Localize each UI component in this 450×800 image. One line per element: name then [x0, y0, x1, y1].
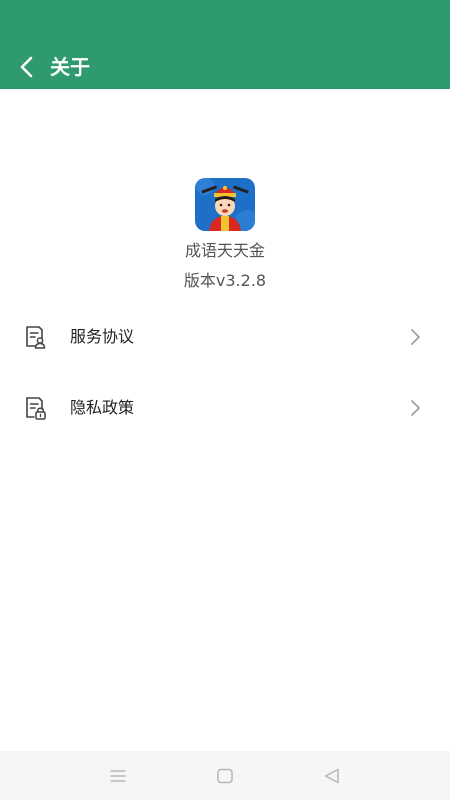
app-logo-icon — [195, 178, 255, 231]
chevron-right-icon — [411, 400, 420, 416]
menu-icon[interactable] — [107, 765, 129, 787]
menu-item-label: 服务协议 — [70, 327, 135, 346]
menu-item-service-agreement[interactable]: 服务协议 — [0, 306, 450, 366]
top-app-bar: 关于 — [0, 0, 450, 89]
menu-item-privacy-policy[interactable]: 隐私政策 — [0, 377, 450, 437]
menu-item-label: 隐私政策 — [70, 398, 135, 417]
chevron-left-icon — [20, 56, 33, 78]
page-title: 关于 — [50, 55, 90, 79]
home-icon[interactable] — [214, 765, 236, 787]
back-triangle-icon[interactable] — [321, 765, 343, 787]
app-version: 版本v3.2.8 — [183, 271, 267, 290]
app-name: 成语天天金 — [184, 241, 265, 260]
document-user-icon — [26, 326, 46, 349]
document-lock-icon — [26, 397, 46, 420]
system-navigation-bar — [0, 751, 450, 800]
chevron-right-icon — [411, 329, 420, 345]
back-button[interactable] — [12, 52, 42, 82]
